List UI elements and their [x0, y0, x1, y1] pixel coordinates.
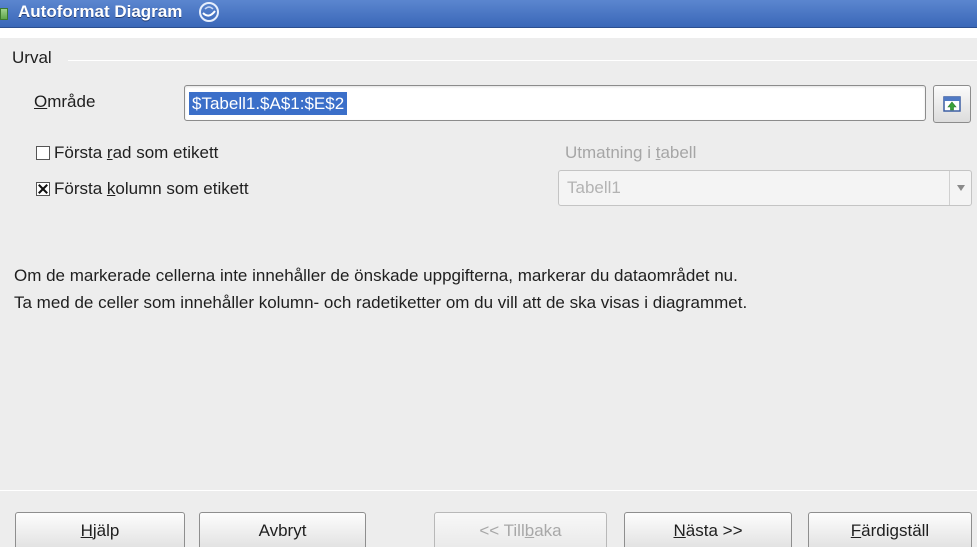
range-input[interactable]: $Tabell1.$A$1:$E$2: [184, 85, 926, 121]
output-table-label: Utmatning i tabell: [565, 143, 696, 163]
first-column-checkbox[interactable]: [36, 182, 50, 196]
info-line-1: Om de markerade cellerna inte innehåller…: [14, 266, 738, 285]
back-button[interactable]: << Tillbaka: [434, 512, 607, 547]
range-label-mnemonic: O: [34, 92, 48, 111]
next-label: ästa >>: [685, 521, 743, 540]
dropdown-arrow-button[interactable]: [949, 171, 971, 205]
back-label-pre: << Till: [479, 521, 525, 540]
output-table-value: Tabell1: [567, 178, 621, 197]
swirl-icon: [199, 2, 219, 22]
finish-label: ärdigställ: [861, 521, 930, 540]
chevron-down-icon: [957, 185, 965, 191]
selection-group-label: Urval: [12, 48, 52, 67]
range-label-text: mråde: [47, 92, 96, 111]
window-title: Autoformat Diagram: [18, 2, 183, 21]
back-mnemonic: b: [524, 521, 535, 540]
group-divider: [68, 60, 977, 61]
footer-divider: [0, 490, 977, 491]
help-mnemonic: H: [80, 521, 93, 540]
title-bar: Autoformat Diagram: [0, 0, 977, 38]
finish-button[interactable]: Färdigställ: [808, 512, 972, 547]
shrink-button[interactable]: [933, 85, 971, 123]
cancel-button[interactable]: Avbryt: [199, 512, 366, 547]
first-column-label-post: olumn som etikett: [115, 179, 249, 198]
shrink-icon: [943, 96, 961, 112]
output-label-post: abell: [660, 143, 697, 162]
first-row-checkbox[interactable]: [36, 146, 50, 160]
range-label: Område: [34, 92, 95, 112]
output-table-select[interactable]: Tabell1: [558, 170, 972, 206]
next-mnemonic: N: [673, 521, 686, 540]
first-row-label-post: ad som etikett: [112, 143, 219, 162]
output-label-pre: Utmatning i: [565, 143, 656, 162]
first-row-label: Första rad som etikett: [54, 143, 218, 163]
info-line-2: Ta med de celler som innehåller kolumn- …: [14, 293, 748, 312]
range-input-value: $Tabell1.$A$1:$E$2: [189, 92, 348, 115]
help-button[interactable]: Hjälp: [15, 512, 185, 547]
help-label: jälp: [92, 521, 120, 540]
first-column-label-pre: Första: [54, 179, 107, 198]
first-column-label: Första kolumn som etikett: [54, 179, 249, 199]
first-row-label-pre: Första: [54, 143, 107, 162]
app-icon: [0, 8, 8, 20]
finish-mnemonic: F: [850, 521, 862, 540]
next-button[interactable]: Nästa >>: [624, 512, 792, 547]
back-label-post: aka: [534, 521, 562, 540]
